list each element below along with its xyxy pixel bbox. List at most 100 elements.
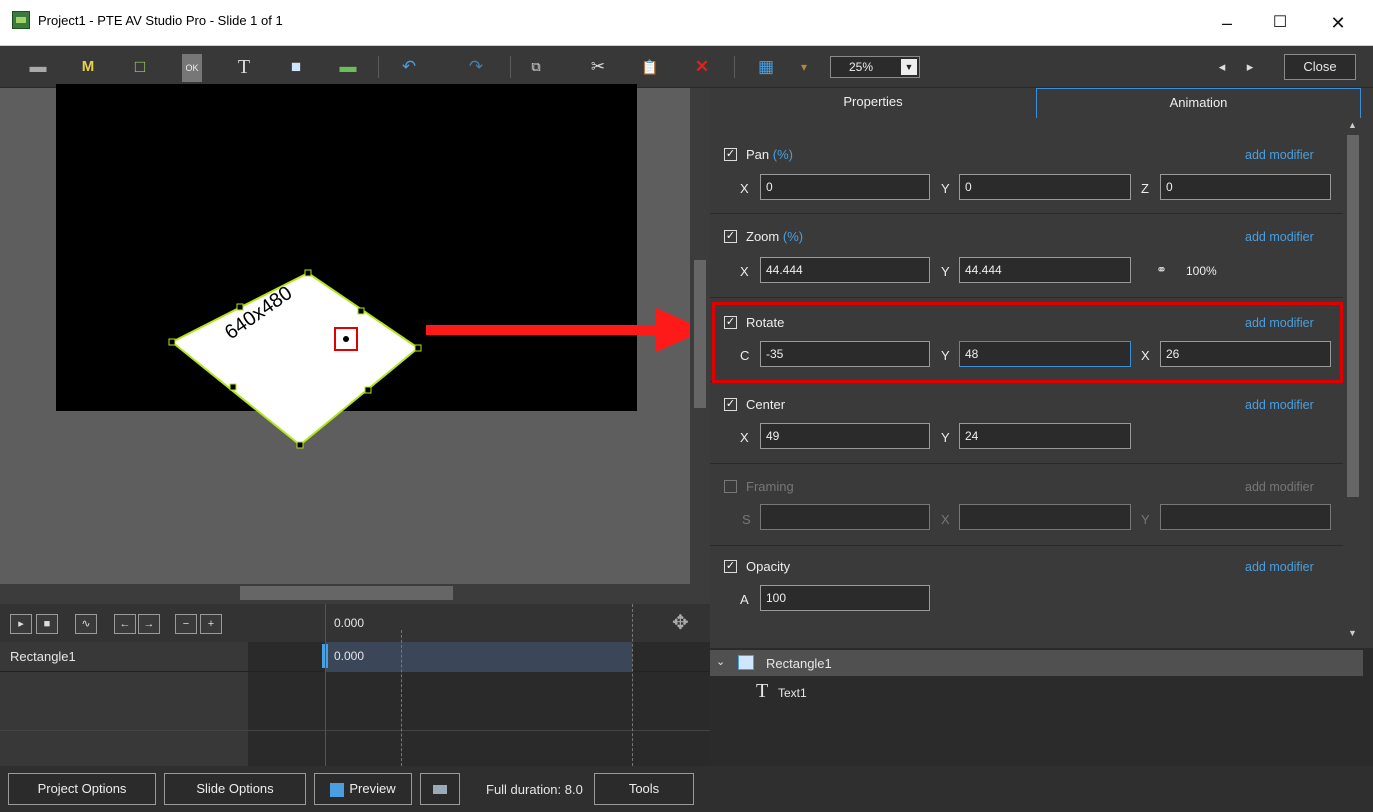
canvas-horizontal-scroll-thumb[interactable] [240, 586, 453, 600]
close-button[interactable]: Close [1284, 54, 1356, 80]
prev-keyframe-button[interactable]: ← [114, 614, 136, 634]
project-options-button[interactable]: Project Options [8, 773, 156, 805]
zoom-checkbox[interactable]: ✓ [724, 230, 737, 243]
pan-label-text: Pan [746, 147, 770, 162]
pan-section: ✓ Pan (%) add modifier X 0 Y 0 Z 0 [710, 132, 1343, 214]
remove-keyframe-button[interactable]: − [175, 614, 197, 634]
slide-options-button[interactable]: Slide Options [164, 773, 306, 805]
next-keyframe-button[interactable]: → [138, 614, 160, 634]
scroll-down-icon[interactable]: ▼ [1348, 628, 1357, 638]
center-label: Center [746, 397, 786, 412]
zoom-label: Zoom (%) [746, 229, 803, 244]
opacity-section: ✓ Opacity add modifier A 100 [710, 546, 1343, 628]
rotation-center-dot [343, 336, 349, 342]
image-object-icon[interactable]: ▬ [334, 54, 362, 80]
text-object-icon[interactable]: T [230, 54, 258, 80]
grid-dropdown-icon[interactable]: ▾ [790, 54, 818, 80]
preview-button[interactable]: Preview [314, 773, 412, 805]
center-add-modifier-link[interactable]: add modifier [1245, 398, 1314, 412]
redo-icon[interactable]: ↷ [462, 54, 490, 80]
screen-icon [433, 785, 447, 795]
full-duration-text: Full duration: 8.0 [486, 782, 583, 797]
chevron-down-icon[interactable]: ▼ [901, 59, 917, 75]
resize-handle[interactable] [296, 441, 304, 449]
canvas-vertical-scroll-thumb[interactable] [694, 260, 706, 408]
stop-button[interactable]: ■ [36, 614, 58, 634]
pan-x-label: X [740, 181, 749, 196]
tree-child-label[interactable]: Text1 [778, 686, 807, 700]
track-bar[interactable] [326, 642, 632, 672]
pan-add-modifier-link[interactable]: add modifier [1245, 148, 1314, 162]
zoom-y-label: Y [941, 264, 950, 279]
resize-handle[interactable] [229, 383, 237, 391]
waveform-button[interactable]: ∿ [75, 614, 97, 634]
opacity-a-input[interactable]: 100 [760, 585, 930, 611]
mask-container-icon[interactable]: M [74, 54, 102, 80]
window-title: Project1 - PTE AV Studio Pro - Slide 1 o… [38, 13, 283, 28]
framing-section: Framing add modifier S X Y [710, 464, 1343, 546]
link-icon[interactable]: ⚭ [1156, 262, 1167, 278]
center-x-label: X [740, 430, 749, 445]
resize-handle[interactable] [357, 307, 365, 315]
prev-slide-icon[interactable]: ◂ [1208, 54, 1236, 80]
delete-icon[interactable]: ✕ [688, 54, 716, 80]
timeline-time: 0.000 [334, 616, 365, 630]
frame-icon[interactable]: □ [126, 54, 154, 80]
toolbar-separator [734, 56, 735, 78]
resize-handle[interactable] [168, 338, 176, 346]
annotation-arrow-head [656, 308, 690, 352]
opacity-add-modifier-link[interactable]: add modifier [1245, 560, 1314, 574]
timeline-end-line [632, 604, 633, 766]
center-section: ✓ Center add modifier X 49 Y 24 [710, 382, 1343, 464]
canvas-overlay: 640x480 [168, 269, 690, 449]
paste-icon[interactable]: 📋 [636, 54, 664, 80]
framing-y-input [1160, 504, 1331, 530]
minimize-button[interactable]: – [1207, 8, 1247, 38]
tree-item-rectangle[interactable]: ⌄ Rectangle1 [710, 650, 1363, 676]
toolbar-separator [378, 56, 379, 78]
copy-icon[interactable]: ⧉ [522, 54, 550, 80]
pan-checkbox[interactable]: ✓ [724, 148, 737, 161]
grid-icon[interactable]: ▦ [752, 54, 780, 80]
center-y-input[interactable]: 24 [959, 423, 1131, 449]
zoom-select[interactable]: 25% ▼ [830, 56, 920, 78]
timeline-toolbar: ▸ ■ ∿ ← → − + 0.000 ✥ [0, 604, 710, 642]
framing-y-label: Y [1141, 512, 1150, 527]
close-window-button[interactable]: ✕ [1318, 8, 1358, 38]
undo-icon[interactable]: ↶ [395, 54, 423, 80]
annotation-arrow-shaft [426, 325, 658, 335]
opacity-checkbox[interactable]: ✓ [724, 560, 737, 573]
move-icon[interactable]: ✥ [672, 610, 689, 635]
chevron-down-icon[interactable]: ⌄ [716, 655, 725, 668]
title-bar: Project1 - PTE AV Studio Pro - Slide 1 o… [0, 0, 1373, 46]
play-button[interactable]: ▸ [10, 614, 32, 634]
button-object-icon[interactable]: OK [178, 54, 206, 82]
cut-icon[interactable]: ✂ [584, 54, 612, 80]
zoom-x-input[interactable]: 44.444 [760, 257, 930, 283]
center-x-input[interactable]: 49 [760, 423, 930, 449]
pan-x-input[interactable]: 0 [760, 174, 930, 200]
text-icon: T [756, 680, 769, 702]
camera-icon[interactable]: ▬ [24, 54, 52, 80]
playhead[interactable] [325, 604, 326, 766]
tab-properties[interactable]: Properties [710, 88, 1036, 118]
zoom-y-input[interactable]: 44.444 [959, 257, 1131, 283]
tools-button[interactable]: Tools [594, 773, 694, 805]
pan-y-input[interactable]: 0 [959, 174, 1131, 200]
resize-handle[interactable] [236, 303, 244, 311]
maximize-button[interactable]: ☐ [1260, 8, 1300, 38]
scroll-up-icon[interactable]: ▲ [1348, 120, 1357, 130]
panel-scroll-thumb[interactable] [1347, 135, 1359, 497]
center-checkbox[interactable]: ✓ [724, 398, 737, 411]
framing-checkbox[interactable] [724, 480, 737, 493]
rectangle-object-icon[interactable]: ■ [282, 54, 310, 80]
screen-button[interactable] [420, 773, 460, 805]
pan-z-input[interactable]: 0 [1160, 174, 1331, 200]
zoom-add-modifier-link[interactable]: add modifier [1245, 230, 1314, 244]
add-keyframe-button[interactable]: + [200, 614, 222, 634]
resize-handle[interactable] [304, 269, 312, 277]
resize-handle[interactable] [364, 386, 372, 394]
next-slide-icon[interactable]: ▸ [1236, 54, 1264, 80]
tab-animation[interactable]: Animation [1036, 88, 1361, 118]
resize-handle[interactable] [414, 344, 422, 352]
